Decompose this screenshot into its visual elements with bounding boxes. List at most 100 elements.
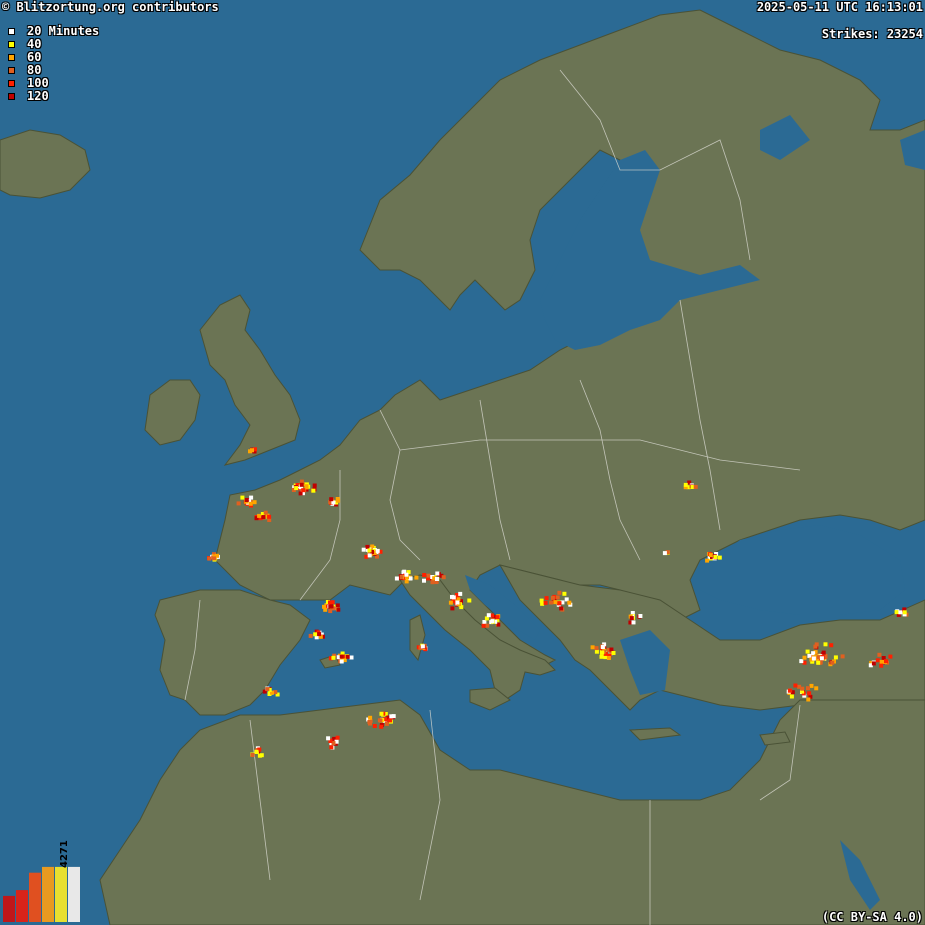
lightning-strike-marker xyxy=(567,600,572,605)
lightning-strike-marker xyxy=(402,569,407,574)
lightning-strike-marker xyxy=(329,745,334,750)
lightning-strike-marker xyxy=(555,595,560,600)
lightning-strike-marker xyxy=(207,556,212,561)
lightning-strike-marker xyxy=(329,497,334,502)
legend-swatch xyxy=(8,41,15,48)
lightning-strike-marker xyxy=(482,620,487,624)
lightning-strike-marker xyxy=(708,553,713,558)
lightning-strike-marker xyxy=(368,715,373,720)
lightning-strike-marker xyxy=(367,553,372,558)
lightning-strike-marker xyxy=(490,619,495,624)
lightning-strike-marker xyxy=(805,649,810,654)
lightning-strike-marker xyxy=(435,571,440,576)
lightning-strike-marker xyxy=(486,613,491,618)
land-britain xyxy=(199,294,301,466)
lightning-strike-marker xyxy=(840,654,845,659)
lightning-strike-marker xyxy=(267,514,272,519)
lightning-strike-marker xyxy=(806,697,811,702)
histogram-bar xyxy=(3,895,15,922)
lightning-strike-marker xyxy=(802,655,807,660)
lightning-strike-marker xyxy=(543,600,548,605)
lightning-strike-marker xyxy=(335,603,340,608)
lightning-strike-marker xyxy=(813,644,818,649)
lightning-strike-marker xyxy=(301,488,306,493)
lightning-strike-marker xyxy=(375,548,380,553)
lightning-strike-marker xyxy=(250,753,255,757)
age-legend: 20 Minutes 40 60 80 100 120 xyxy=(8,25,99,103)
lightning-strike-marker xyxy=(335,735,340,740)
lightning-strike-marker xyxy=(361,547,366,552)
histogram-peak-label: 4271 xyxy=(59,840,70,868)
lightning-strike-marker xyxy=(336,498,341,503)
lightning-strike-marker xyxy=(819,656,824,661)
lightning-strike-marker xyxy=(261,515,266,520)
lightning-strike-marker xyxy=(368,721,372,726)
lightning-strike-marker xyxy=(600,650,605,655)
lightning-strike-marker xyxy=(441,575,446,580)
lightning-strike-marker xyxy=(435,577,439,581)
lightning-strike-marker xyxy=(898,610,903,615)
lightning-strike-marker xyxy=(823,642,828,647)
lightning-strike-marker xyxy=(265,687,270,692)
lightning-strike-marker xyxy=(631,620,636,625)
lightning-strike-marker xyxy=(806,686,810,691)
lightning-strike-marker xyxy=(450,606,455,611)
lightning-strike-marker xyxy=(455,600,460,605)
histogram-bar xyxy=(29,872,41,922)
lightning-strike-marker xyxy=(339,654,344,659)
lightning-strike-marker xyxy=(365,544,370,549)
lightning-strike-marker xyxy=(377,718,382,723)
lightning-strike-marker xyxy=(240,495,245,500)
lightning-strike-marker xyxy=(871,661,876,666)
legend-row: 40 xyxy=(8,38,99,51)
legend-row: 20 Minutes xyxy=(8,25,99,38)
lightning-strike-marker xyxy=(606,656,611,660)
lightning-strike-marker xyxy=(590,645,595,650)
lightning-strike-marker xyxy=(594,646,599,651)
lightning-strike-marker xyxy=(422,573,427,577)
lightning-strike-marker xyxy=(389,714,394,719)
lightning-strike-marker xyxy=(323,607,328,612)
legend-swatch xyxy=(8,80,15,87)
lightning-strike-marker xyxy=(313,632,318,637)
lightning-strike-marker xyxy=(345,654,350,659)
legend-row: 80 xyxy=(8,64,99,77)
lightning-strike-marker xyxy=(793,683,798,688)
lightning-strike-marker xyxy=(830,660,835,665)
lightning-strike-marker xyxy=(399,575,404,580)
lightning-strike-marker xyxy=(693,484,698,489)
lightning-strike-marker xyxy=(807,691,812,696)
lightning-strike-marker xyxy=(550,595,555,600)
lightning-strike-marker xyxy=(638,614,643,618)
lightning-strike-marker xyxy=(888,654,893,659)
lightning-strike-marker xyxy=(349,655,354,660)
lightning-strike-marker xyxy=(372,724,377,728)
lightning-strike-marker xyxy=(244,498,249,502)
legend-label: 120 xyxy=(27,89,49,103)
land-crete xyxy=(628,727,682,741)
histogram-bar xyxy=(55,866,67,922)
lightning-strike-marker xyxy=(326,736,331,741)
attribution-text: © Blitzortung.org contributors xyxy=(2,0,219,14)
lightning-strike-marker xyxy=(816,660,821,665)
lightning-strike-marker xyxy=(705,558,710,563)
lightning-strike-marker xyxy=(884,659,888,664)
lightning-strike-marker xyxy=(420,644,425,649)
lightning-strike-marker xyxy=(379,724,384,729)
lightning-strike-marker xyxy=(540,601,545,606)
land-ireland xyxy=(144,379,201,446)
lightning-strike-marker xyxy=(426,573,431,578)
lightning-strike-marker xyxy=(877,652,882,657)
lightning-strike-marker xyxy=(683,482,688,487)
land-iberia xyxy=(154,589,311,716)
lightning-strike-marker xyxy=(294,486,299,491)
lightning-map: © Blitzortung.org contributors 2025-05-1… xyxy=(0,0,925,925)
legend-swatch xyxy=(8,28,15,35)
lightning-strike-marker xyxy=(814,686,819,691)
lightning-strike-marker xyxy=(328,604,333,609)
lightning-strike-marker xyxy=(894,610,899,615)
lightning-strike-marker xyxy=(833,655,838,660)
legend-row: 100 xyxy=(8,77,99,90)
lightning-strike-marker xyxy=(789,694,794,699)
lightning-strike-marker xyxy=(879,663,884,668)
